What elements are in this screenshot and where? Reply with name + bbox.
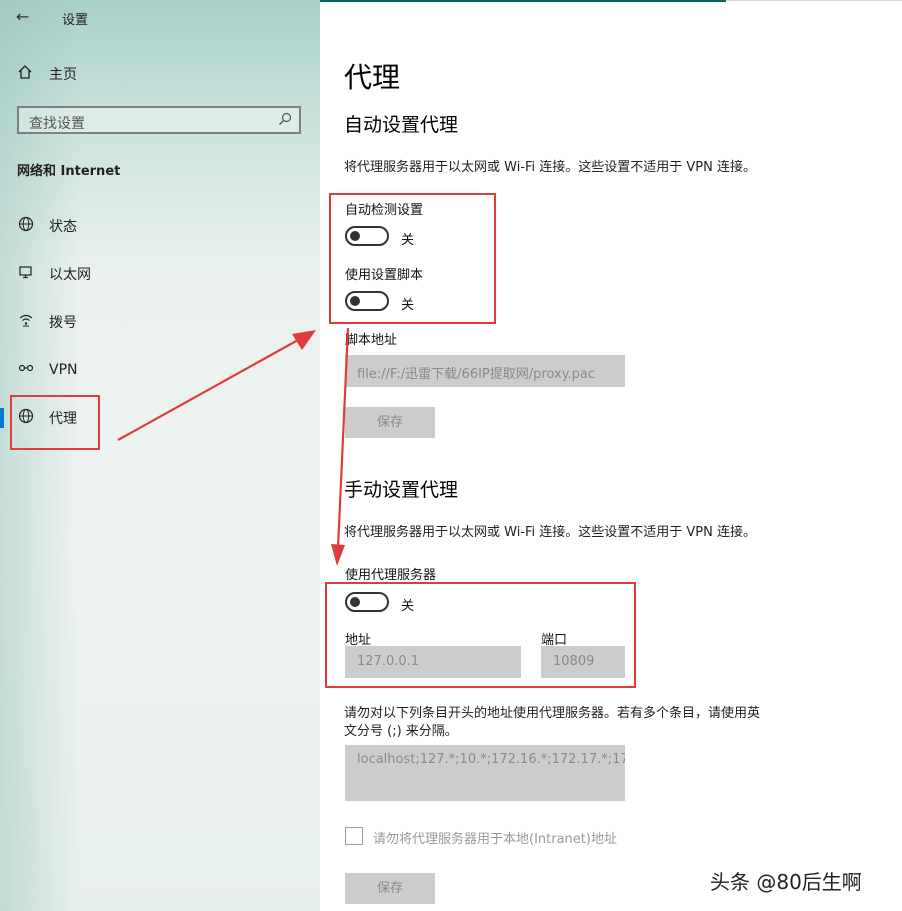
local-address-checkbox-label: 请勿将代理服务器用于本地(Intranet)地址 xyxy=(373,832,617,847)
annotation-box-auto-toggles xyxy=(329,193,496,324)
window-title: 设置 xyxy=(62,13,89,28)
page-title: 代理 xyxy=(344,61,401,94)
search-input[interactable]: 查找设置 xyxy=(17,106,301,134)
annotation-box-manual-proxy xyxy=(325,582,636,688)
manual-proxy-heading: 手动设置代理 xyxy=(344,479,459,501)
manual-save-button[interactable]: 保存 xyxy=(345,873,435,904)
wifi-dial-icon xyxy=(17,312,35,332)
use-proxy-label: 使用代理服务器 xyxy=(345,568,437,583)
manual-proxy-description: 将代理服务器用于以太网或 Wi-Fi 连接。这些设置不适用于 VPN 连接。 xyxy=(344,525,757,540)
sidebar-item-ethernet[interactable]: 以太网 xyxy=(0,256,320,292)
vpn-icon xyxy=(17,360,35,380)
back-arrow-icon[interactable]: ← xyxy=(16,7,29,26)
search-placeholder: 查找设置 xyxy=(29,116,85,132)
home-nav[interactable]: 主页 xyxy=(17,64,77,84)
script-address-input[interactable]: file://F:/迅雷下载/66IP提取网/proxy.pac xyxy=(345,355,625,387)
monitor-icon xyxy=(17,264,35,284)
sidebar-item-label: 状态 xyxy=(49,219,77,235)
local-address-checkbox[interactable] xyxy=(345,827,363,845)
auto-save-button[interactable]: 保存 xyxy=(345,407,435,438)
section-title: 网络和 Internet xyxy=(17,164,121,179)
auto-proxy-description: 将代理服务器用于以太网或 Wi-Fi 连接。这些设置不适用于 VPN 连接。 xyxy=(344,160,757,175)
globe-status-icon xyxy=(17,216,35,236)
exceptions-description-line2: 文分号 (;) 来分隔。 xyxy=(344,724,458,739)
sidebar-item-status[interactable]: 状态 xyxy=(0,208,320,244)
sidebar: ← 设置 主页 查找设置 网络和 Internet 状态 以太网 拨号 VPN … xyxy=(0,0,320,911)
main-content: 代理 自动设置代理 将代理服务器用于以太网或 Wi-Fi 连接。这些设置不适用于… xyxy=(320,0,902,911)
sidebar-item-dialup[interactable]: 拨号 xyxy=(0,304,320,340)
sidebar-item-label: 拨号 xyxy=(49,315,77,331)
auto-proxy-heading: 自动设置代理 xyxy=(344,114,459,136)
sidebar-item-label: VPN xyxy=(49,362,78,378)
sidebar-item-vpn[interactable]: VPN xyxy=(0,352,320,388)
watermark-text: 头条 @80后生啊 xyxy=(710,870,862,894)
annotation-box-proxy-nav xyxy=(10,395,100,450)
exceptions-textarea[interactable]: localhost;127.*;10.*;172.16.*;172.17.*;1… xyxy=(345,745,625,801)
script-address-label: 脚本地址 xyxy=(345,333,398,348)
search-icon[interactable] xyxy=(277,111,293,131)
exceptions-description-line1: 请勿对以下列条目开头的地址使用代理服务器。若有多个条目，请使用英 xyxy=(344,706,761,721)
sidebar-item-label: 以太网 xyxy=(49,267,91,283)
home-label: 主页 xyxy=(49,67,77,83)
home-icon xyxy=(17,64,35,84)
